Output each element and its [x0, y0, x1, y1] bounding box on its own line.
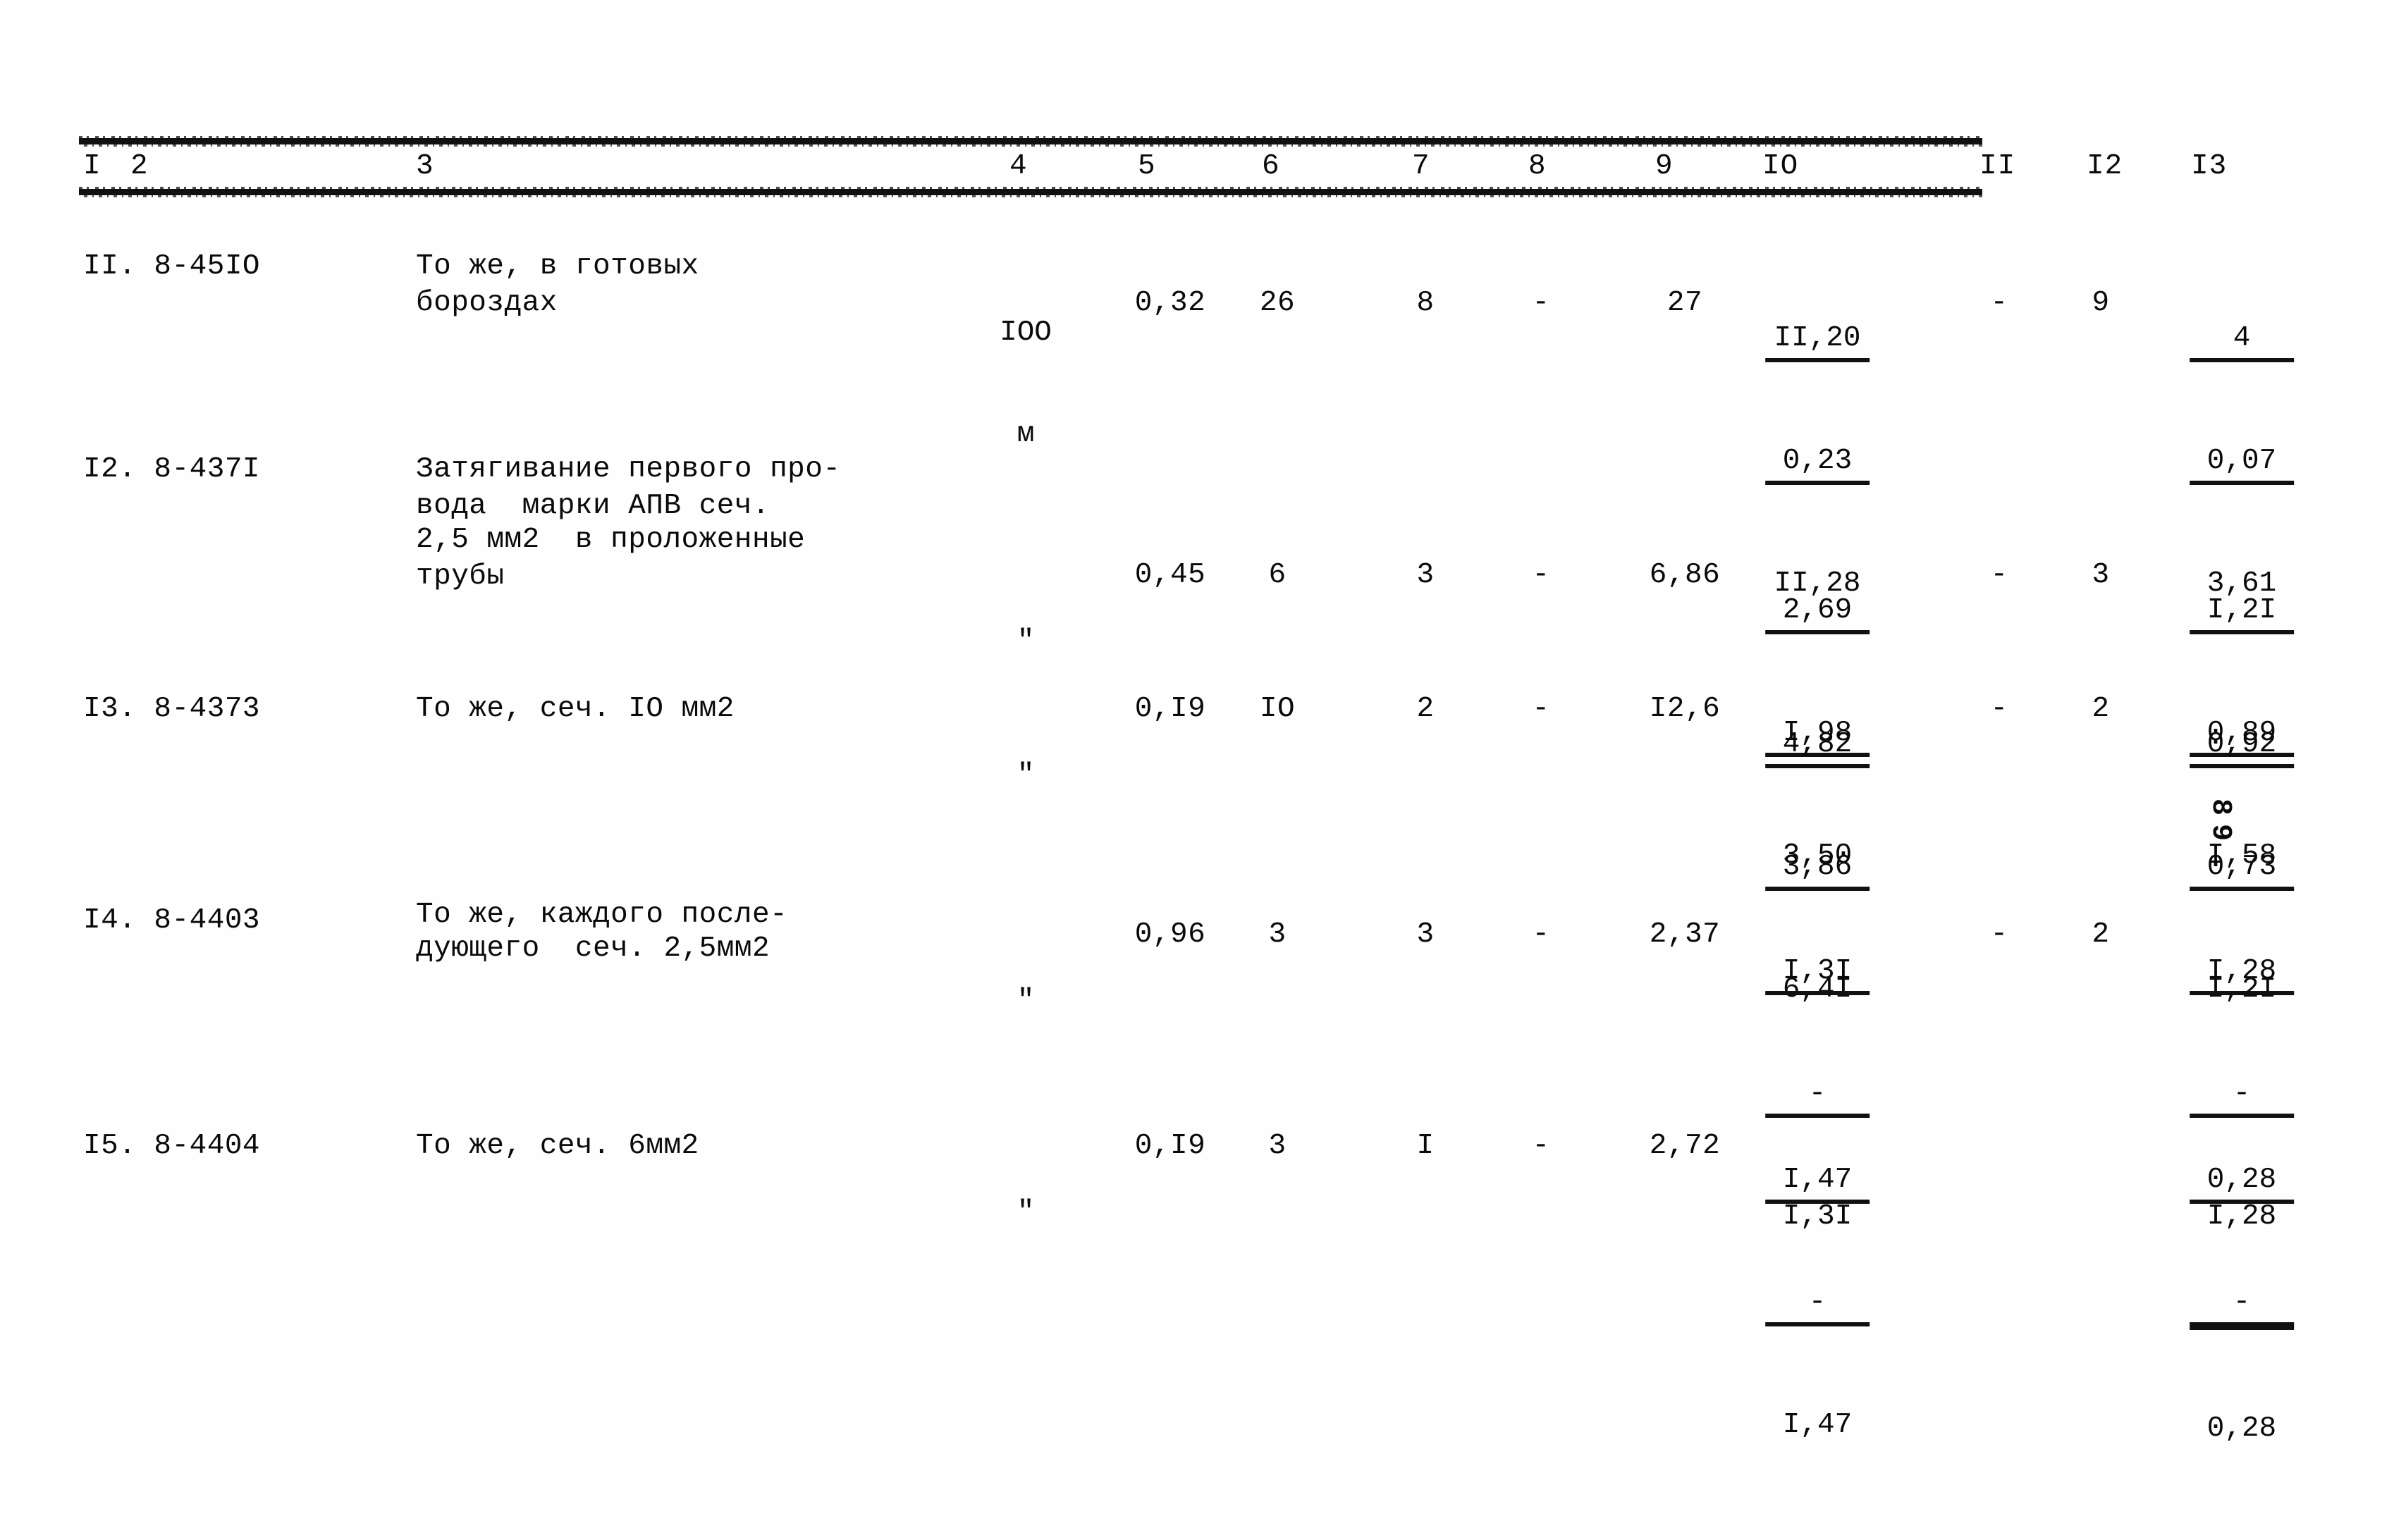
cell-col5: 0,I9: [1134, 693, 1206, 725]
column-header-9: 9: [1655, 150, 1674, 183]
cell-col5: 0,I9: [1134, 1130, 1206, 1162]
cell-col8: -: [1532, 1130, 1550, 1162]
cell-col9: 27: [1666, 287, 1703, 319]
row-description-line: дующего сеч. 2,5мм2: [416, 932, 771, 965]
cell-col12: 2: [2092, 918, 2110, 951]
column-header-13: I3: [2191, 150, 2228, 183]
row-number: I2. 8-437I: [83, 453, 261, 486]
column-header-3: 3: [416, 150, 434, 183]
column-header-6: 6: [1262, 150, 1280, 183]
fraction-numerator: 2,69: [1765, 591, 1870, 634]
cell-col5: 0,45: [1134, 559, 1206, 591]
row-number: I5. 8-4404: [83, 1130, 261, 1162]
fraction-numerator: 4: [2190, 319, 2294, 362]
row-unit: IOO м: [974, 248, 1078, 519]
cell-col9: 2,37: [1649, 918, 1721, 951]
fraction-denominator: I,47: [1782, 1409, 1853, 1441]
unit-line: IOO: [1000, 316, 1052, 349]
cell-col7: I: [1416, 1130, 1435, 1162]
column-header-7: 7: [1412, 150, 1430, 183]
fraction-denominator: 0,28: [2206, 1412, 2277, 1445]
cell-col7: 2: [1416, 693, 1435, 725]
fraction-numerator: 0,28: [2190, 1160, 2294, 1204]
cell-col6: 6: [1268, 559, 1287, 591]
unit-line: м: [1017, 418, 1035, 450]
cell-col7: 8: [1416, 287, 1435, 319]
row-description-line: 2,5 мм2 в проложенные: [416, 524, 806, 556]
row-description-line: То же, сеч. 6мм2: [416, 1130, 699, 1162]
column-header-12: I2: [2087, 150, 2123, 183]
cell-col5: 0,96: [1134, 918, 1206, 951]
row-description-line: То же, каждого после-: [416, 899, 788, 931]
column-header-1: I: [83, 150, 102, 183]
cell-col12: 9: [2092, 287, 2110, 319]
row-description-line: трубы: [416, 560, 505, 593]
stray-mark: 8 9: [2204, 798, 2237, 837]
row-unit: ": [974, 1128, 1078, 1297]
unit-line: ": [1017, 625, 1035, 658]
row-description-line: То же, сеч. IO мм2: [416, 693, 735, 725]
cell-col9: 2,72: [1649, 1130, 1721, 1162]
row-description-line: бороздах: [416, 287, 558, 319]
cell-col9: 6,86: [1649, 559, 1721, 591]
column-header-4: 4: [1009, 150, 1028, 183]
fraction-numerator: I,47: [1765, 1160, 1870, 1204]
column-header-11: II: [1979, 150, 2016, 183]
cell-col7: 3: [1416, 918, 1435, 951]
cell-col11: -: [1990, 918, 2008, 951]
row-unit: ": [974, 916, 1078, 1085]
fraction-numerator: 0,92: [2190, 725, 2294, 768]
cell-col11: -: [1990, 693, 2008, 725]
table-top-rule: [79, 136, 1982, 147]
column-header-8: 8: [1528, 150, 1547, 183]
unit-line: ": [1017, 1196, 1035, 1228]
cell-col6: 3: [1268, 1130, 1287, 1162]
column-header-5: 5: [1138, 150, 1156, 183]
row-number: I3. 8-4373: [83, 693, 261, 725]
cell-col6: IO: [1259, 693, 1296, 725]
column-header-10: IO: [1762, 150, 1799, 183]
cell-col8: -: [1532, 918, 1550, 951]
cell-col8: -: [1532, 693, 1550, 725]
cell-col8: -: [1532, 559, 1550, 591]
scanned-page: I 2 3 4 5 6 7 8 9 IO II I2 I3 II. 8-45IO…: [0, 0, 2382, 1540]
cell-col11: -: [1990, 287, 2008, 319]
fraction-middle: -: [1765, 1283, 1870, 1326]
cell-col11: -: [1990, 559, 2008, 591]
cell-col8: -: [1532, 287, 1550, 319]
cell-col9: I2,6: [1649, 693, 1721, 725]
row-number: II. 8-45IO: [83, 250, 261, 283]
fraction-numerator: I,3I: [1765, 951, 1870, 995]
cell-col12: 2: [2092, 693, 2110, 725]
cell-col6: 26: [1259, 287, 1296, 319]
row-description-line: То же, в готовых: [416, 250, 699, 283]
fraction-middle: -: [2190, 1283, 2294, 1330]
cell-col10-fraction: I,47 - I,47: [1765, 1081, 1870, 1524]
cell-col12: 3: [2092, 559, 2110, 591]
unit-line: ": [1017, 759, 1035, 791]
cell-col5: 0,32: [1134, 287, 1206, 319]
cell-col7: 3: [1416, 559, 1435, 591]
fraction-middle: 0,07: [2190, 441, 2294, 485]
table-header-rule: [79, 187, 1982, 197]
row-description-line: вода марки АПВ сеч.: [416, 490, 771, 522]
unit-line: ": [1017, 985, 1035, 1017]
cell-col13-fraction: 0,28 - 0,28: [2190, 1081, 2294, 1527]
fraction-numerator: I,2I: [2190, 591, 2294, 634]
fraction-numerator: I,28: [2190, 951, 2294, 995]
fraction-numerator: 4,82: [1765, 725, 1870, 768]
fraction-middle: 0,23: [1765, 441, 1870, 485]
row-number: I4. 8-4403: [83, 904, 261, 937]
fraction-numerator: II,20: [1765, 319, 1870, 362]
row-unit: ": [974, 691, 1078, 860]
cell-col6: 3: [1268, 918, 1287, 951]
column-header-2: 2: [130, 150, 149, 183]
row-description-line: Затягивание первого про-: [416, 453, 841, 486]
